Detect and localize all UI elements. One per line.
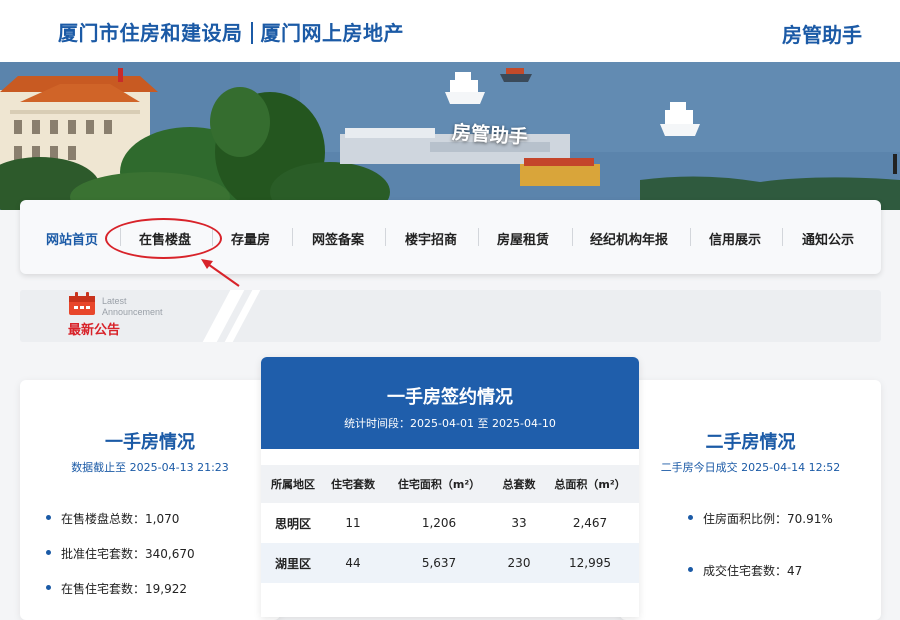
announcement-en-line1: Latest [102,296,127,306]
new-homes-data-cutoff: 数据截止至 2025-04-13 21:23 [71,461,229,474]
site-title-bureau: 厦门市住房和建设局 [58,21,243,45]
nav-item-agency-annual-report[interactable]: 经纪机构年报 [590,229,668,248]
nav-item-home[interactable]: 网站首页 [46,229,98,248]
stat-available-units: 在售住宅套数：19,922 [46,582,187,596]
calendar-icon [69,292,95,315]
annotation-arrow-icon [201,259,240,287]
nav-item-existing-homes[interactable]: 存量房 [231,229,270,248]
nav-item-building-investment[interactable]: 楼宇招商 [405,229,457,248]
announcement-english-label: Latest Announcement [102,296,163,318]
cell-total-area: 12,995 [569,556,611,570]
cell-res-area: 5,637 [421,556,457,570]
col-header-total-units: 总套数 [502,478,536,491]
col-header-district: 所属地区 [271,478,315,491]
col-header-total-area: 总面积（m²） [554,478,626,491]
table-header-row: 所属地区 住宅套数 住宅面积（m²） 总套数 总面积（m²） [261,465,639,503]
site-header: 厦门市住房和建设局 厦门网上房地产 房管助手 [0,0,900,62]
cell-res-area: 1,206 [421,516,457,530]
nav-divider [690,228,691,246]
nav-divider [782,228,783,246]
harbor-scene-illustration [0,62,900,210]
contracts-table: 所属地区 住宅套数 住宅面积（m²） 总套数 总面积（m²） 思明区 11 1,… [261,465,639,583]
banner-helper-caption: 房管助手 [451,121,529,149]
announcement-en-line2: Announcement [102,307,163,317]
contracts-card-header: 一手房签约情况 统计时间段：2025-04-01 至 2025-04-10 [261,357,639,449]
stat-closed-residential-units: 成交住宅套数：47 [687,564,803,578]
hero-banner: 房管助手 [0,62,900,210]
site-title-realestate: 厦门网上房地产 [260,21,404,45]
contracts-title: 一手房签约情况 [387,387,513,408]
nav-item-housing-rental[interactable]: 房屋租赁 [497,229,549,248]
cell-district: 湖里区 [274,556,311,571]
stat-residential-area-ratio: 住房面积比例：70.91% [688,512,833,526]
new-home-contracts-card: 一手房签约情况 统计时间段：2025-04-01 至 2025-04-10 所属… [261,357,639,617]
nav-divider [385,228,386,246]
nav-divider [478,228,479,246]
nav-item-credit-display[interactable]: 信用展示 [709,229,761,248]
resale-today-deals: 二手房今日成交 2025-04-14 12:52 [660,461,841,474]
latest-announcement-bar: Latest Announcement 最新公告 [20,290,881,342]
site-title[interactable]: 厦门市住房和建设局 厦门网上房地产 [58,17,404,46]
cell-total-area: 2,467 [572,516,608,530]
new-homes-summary-card: 一手房情况 数据截止至 2025-04-13 21:23 在售楼盘总数：1,07… [20,380,280,620]
cell-total-units: 230 [507,556,531,570]
col-header-res-area: 住宅面积（m²） [397,478,481,491]
col-header-res-units: 住宅套数 [331,478,375,491]
announcement-title[interactable]: 最新公告 [68,319,120,338]
stat-listed-projects: 在售楼盘总数：1,070 [45,512,180,526]
contracts-period: 统计时间段：2025-04-01 至 2025-04-10 [344,417,556,430]
nav-item-notices[interactable]: 通知公示 [802,229,854,248]
table-row: 思明区 11 1,206 33 2,467 [261,503,639,543]
resale-homes-title: 二手房情况 [705,432,796,453]
nav-divider [292,228,293,246]
title-divider [250,22,253,44]
nav-item-contract-filing[interactable]: 网签备案 [312,229,364,248]
resale-homes-summary-card: 二手房情况 二手房今日成交 2025-04-14 12:52 住房面积比例：70… [620,380,881,620]
cell-district: 思明区 [274,516,311,531]
cell-res-units: 44 [345,556,361,570]
annotation-highlight-ellipse [105,218,222,259]
new-homes-title: 一手房情况 [105,432,195,453]
nav-divider [572,228,573,246]
stat-approved-units: 批准住宅套数：340,670 [46,547,195,561]
cell-res-units: 11 [345,516,361,530]
housing-helper-link[interactable]: 房管助手 [782,19,862,48]
cell-total-units: 33 [511,516,527,530]
table-row: 湖里区 44 5,637 230 12,995 [261,543,639,583]
